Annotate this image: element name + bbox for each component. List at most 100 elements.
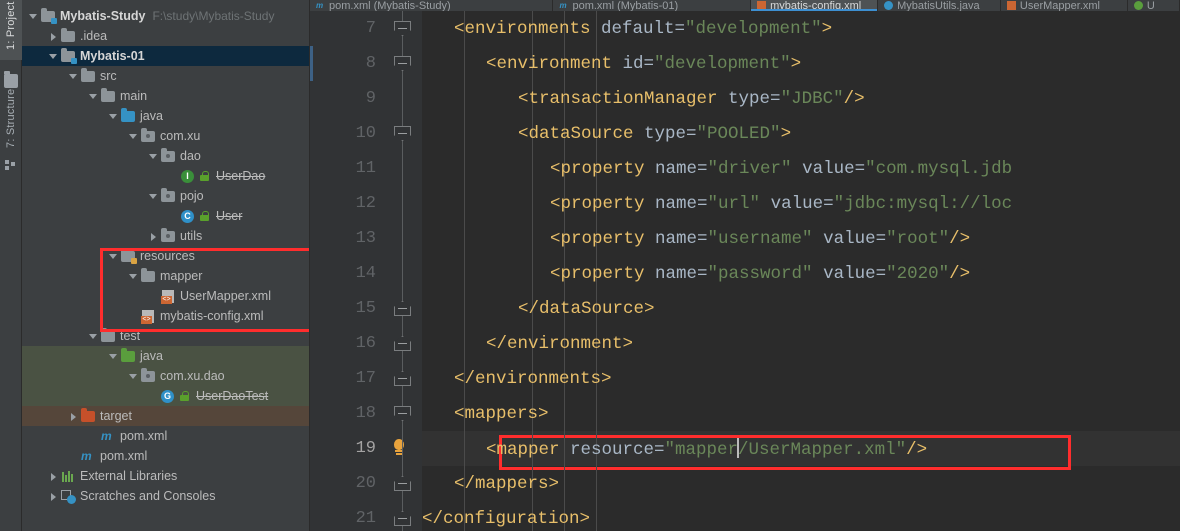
editor-tab-bar[interactable]: m pom.xml (Mybatis-Study) m pom.xml (Mybati… [310,0,1180,11]
chevron-right-icon[interactable] [48,491,59,502]
tree-node-com-xu-dao[interactable]: com.xu.dao [22,366,309,386]
code-fold-up-icon[interactable] [394,511,411,526]
code-fold-down-icon[interactable] [394,406,411,421]
tree-node-userdaotest[interactable]: G UserDaoTest [22,386,309,406]
chevron-down-icon[interactable] [128,271,139,282]
chevron-down-icon[interactable] [88,91,99,102]
tree-node-mybatis-01[interactable]: Mybatis-01 [22,46,309,66]
tree-node-main[interactable]: main [22,86,309,106]
fold-gutter-cell[interactable] [384,326,422,361]
tree-node-com-xu[interactable]: com.xu [22,126,309,146]
chevron-down-icon[interactable] [148,151,159,162]
editor-tab-mybatisutils-java[interactable]: MybatisUtils.java [878,0,1001,11]
editor-tab-pom-xml-mybatis-study[interactable]: m pom.xml (Mybatis-Study) [310,0,554,11]
tree-node-usermapper-xml[interactable]: UserMapper.xml [22,286,309,306]
chevron-right-icon[interactable] [148,231,159,242]
chevron-right-icon[interactable] [48,471,59,482]
code-fold-up-icon[interactable] [394,301,411,316]
chevron-down-icon[interactable] [108,351,119,362]
line-number: 18 [355,404,376,423]
tree-node-userdao[interactable]: I UserDao [22,166,309,186]
project-tree[interactable]: Mybatis-Study F:\study\Mybatis-Study .idea… [22,6,309,506]
maven-file-icon: m [316,1,324,10]
chevron-down-icon[interactable] [128,131,139,142]
fold-gutter-cell[interactable] [384,116,422,151]
token-tag: <property [550,158,656,179]
editor-tab-pom-xml-mybatis-01[interactable]: m pom.xml (Mybatis-01) [553,0,752,11]
tree-node-scratches-and-consoles[interactable]: Scratches and Consoles [22,486,309,506]
code-fold-down-icon[interactable] [394,126,411,141]
fold-gutter-cell[interactable] [384,256,422,291]
tree-node-java[interactable]: java [22,346,309,366]
fold-gutter-cell[interactable] [384,11,422,46]
tree-node-user[interactable]: C User [22,206,309,226]
tree-node-label: test [120,329,141,343]
tree-node-src[interactable]: src [22,66,309,86]
chevron-down-icon[interactable] [148,191,159,202]
fold-gutter-cell[interactable] [384,431,422,466]
tool-window-button-structure[interactable]: 7: Structure [0,82,22,154]
tree-node-mybatis-config-xml[interactable]: mybatis-config.xml [22,306,309,326]
chevron-right-icon[interactable] [48,31,59,42]
fold-gutter-cell[interactable] [384,81,422,116]
token-str: "driver" [707,158,792,179]
tree-node-idea[interactable]: .idea [22,26,309,46]
idea-window: 1: Project 7: Structure Mybatis-Study F:\… [0,0,1180,531]
tree-node-external-libraries[interactable]: External Libraries [22,466,309,486]
tree-node-label: main [120,89,148,103]
package-icon [140,128,156,144]
folder-icon [80,68,96,84]
code-fold-up-icon[interactable] [394,336,411,351]
tree-node-label: User [216,209,243,223]
editor-tab-usermapper-xml[interactable]: UserMapper.xml [1001,0,1128,11]
chevron-down-icon[interactable] [28,11,39,22]
tree-node-resources[interactable]: resources [22,246,309,266]
tree-node-pom-xml[interactable]: m pom.xml [22,446,309,466]
chevron-down-icon[interactable] [48,51,59,62]
code-fold-down-icon[interactable] [394,21,411,36]
editor-tab-u[interactable]: U [1128,0,1180,11]
tree-node-dao[interactable]: dao [22,146,309,166]
code-fold-down-icon[interactable] [394,56,411,71]
fold-gutter-cell[interactable] [384,151,422,186]
fold-gutter-cell[interactable] [384,221,422,256]
chevron-down-icon[interactable] [68,71,79,82]
tree-node-mybatis-study[interactable]: Mybatis-Study F:\study\Mybatis-Study [22,6,309,26]
code-fold-up-icon[interactable] [394,476,411,491]
token-attr: value= [812,263,887,284]
chevron-right-icon[interactable] [68,411,79,422]
project-tool-window[interactable]: Mybatis-Study F:\study\Mybatis-Study .idea… [22,0,310,531]
tree-node-utils[interactable]: utils [22,226,309,246]
chevron-down-icon[interactable] [108,111,119,122]
fold-gutter-cell[interactable] [384,396,422,431]
fold-gutter-cell[interactable] [384,361,422,396]
fold-gutter-cell[interactable] [384,291,422,326]
fold-gutter-cell[interactable] [384,186,422,221]
fold-gutter-cell[interactable] [384,46,422,81]
tool-window-button-project[interactable]: 1: Project [0,0,22,60]
resources-folder-icon [120,248,137,264]
fold-gutter-cell[interactable] [384,466,422,501]
token-attr: type= [728,88,781,109]
fold-gutter-cell[interactable] [384,501,422,531]
token-str: "jdbc:mysql://loc [833,193,1013,214]
tree-node-target[interactable]: target [22,406,309,426]
code-editor[interactable]: 7 <environments default="development"> 8 <e… [310,11,1180,531]
token-tag: > [790,53,802,74]
token-str: "development" [685,18,822,39]
chevron-down-icon[interactable] [88,331,99,342]
tree-node-mapper[interactable]: mapper [22,266,309,286]
tree-node-pojo[interactable]: pojo [22,186,309,206]
code-text: </environment> [422,334,633,354]
editor-tab-mybatis-config-xml[interactable]: mybatis-config.xml [751,0,879,11]
tree-node-test[interactable]: test [22,326,309,346]
chevron-down-icon[interactable] [108,251,119,262]
tree-node-java[interactable]: java [22,106,309,126]
line-number: 14 [355,264,376,283]
code-fold-up-icon[interactable] [394,371,411,386]
tree-node-pom-xml[interactable]: m pom.xml [22,426,309,446]
chevron-down-icon[interactable] [128,371,139,382]
